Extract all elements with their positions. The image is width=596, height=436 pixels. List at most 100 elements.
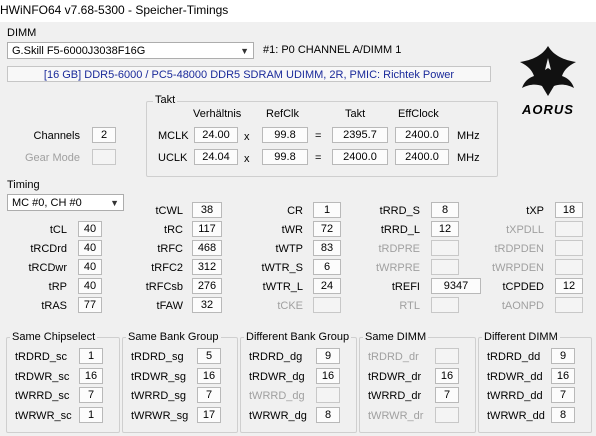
title-bar: HWiNFO64 v7.68-5300 - Speicher-Timings bbox=[0, 0, 596, 22]
uclk-refclk: 99.8 bbox=[262, 149, 308, 165]
aorus-logo: AORUS bbox=[512, 40, 584, 120]
twrwr-sc-value: 1 bbox=[79, 406, 103, 423]
twrrd-dg-value bbox=[316, 387, 340, 403]
trp-label: tRP bbox=[48, 281, 67, 293]
takt-header-ratio: Verhältnis bbox=[193, 108, 242, 120]
twtp-value: 83 bbox=[313, 240, 341, 256]
same-dimm-title: Same DIMM bbox=[363, 330, 429, 344]
channel-select-value: MC #0, CH #0 bbox=[12, 197, 82, 209]
twrwr-dd-label: tWRWR_dd bbox=[487, 409, 545, 422]
mclk-times: x bbox=[244, 131, 250, 143]
twrwr-dr-label: tWRWR_dr bbox=[368, 409, 424, 422]
tfaw-value: 32 bbox=[192, 297, 222, 313]
trcdrd-label: tRCDrd bbox=[30, 243, 67, 255]
chevron-down-icon: ▼ bbox=[240, 46, 249, 56]
trcdwr-label: tRCDwr bbox=[28, 262, 68, 274]
tcl-label: tCL bbox=[49, 224, 67, 236]
uclk-unit: MHz bbox=[457, 152, 480, 164]
uclk-equals: = bbox=[315, 152, 322, 164]
twr-value: 72 bbox=[313, 221, 341, 237]
cr-label: CR bbox=[287, 205, 303, 217]
trfc-value: 468 bbox=[192, 240, 222, 256]
trdpden-value bbox=[555, 240, 583, 256]
trrd-s-label: tRRD_S bbox=[379, 205, 420, 217]
tcke-label: tCKE bbox=[277, 300, 303, 312]
twrrd-sg-label: tWRRD_sg bbox=[131, 390, 187, 402]
trefi-label: tREFI bbox=[391, 281, 420, 293]
channels-label: Channels bbox=[33, 130, 80, 142]
twrwr-sg-label: tWRWR_sg bbox=[131, 409, 189, 422]
window-title: HWiNFO64 v7.68-5300 - Speicher-Timings bbox=[0, 3, 229, 17]
channel-select[interactable]: MC #0, CH #0 ▼ bbox=[7, 194, 124, 211]
twrrd-sc-label: tWRRD_sc bbox=[15, 390, 70, 402]
same-bank-group-title: Same Bank Group bbox=[126, 330, 221, 344]
trrd-l-value: 12 bbox=[431, 221, 459, 237]
twrrd-dr-label: tWRRD_dr bbox=[368, 390, 422, 402]
uclk-times: x bbox=[244, 153, 250, 165]
gear-mode-label: Gear Mode bbox=[24, 152, 80, 164]
rtl-label: RTL bbox=[399, 300, 420, 312]
trdwr-sc-value: 16 bbox=[79, 367, 103, 384]
twtr-s-value: 6 bbox=[313, 259, 341, 275]
trdwr-dr-value: 16 bbox=[435, 367, 459, 384]
mclk-unit: MHz bbox=[457, 130, 480, 142]
twrwr-sc-label: tWRWR_sc bbox=[15, 409, 72, 422]
mclk-label: MCLK bbox=[158, 130, 189, 142]
mclk-takt: 2395.7 bbox=[332, 127, 388, 143]
trc-label: tRC bbox=[164, 224, 183, 236]
twrpden-value bbox=[555, 259, 583, 275]
trdrd-dg-label: tRDRD_dg bbox=[249, 351, 303, 363]
trdrd-sc-label: tRDRD_sc bbox=[15, 351, 67, 363]
mclk-effclock: 2400.0 bbox=[395, 127, 449, 143]
tcwl-value: 38 bbox=[192, 202, 222, 218]
dimm-select[interactable]: G.Skill F5-6000J3038F16G ▼ bbox=[7, 42, 254, 59]
different-bank-group-title: Different Bank Group bbox=[244, 330, 352, 344]
taonpd-label: tAONPD bbox=[501, 300, 544, 312]
trfcsb-label: tRFCsb bbox=[145, 281, 183, 293]
tras-value: 77 bbox=[78, 297, 102, 313]
trdwr-sc-label: tRDWR_sc bbox=[15, 370, 70, 383]
takt-section-label: Takt bbox=[153, 93, 178, 107]
uclk-effclock: 2400.0 bbox=[395, 149, 449, 165]
dimm-slot-info: #1: P0 CHANNEL A/DIMM 1 bbox=[263, 44, 402, 56]
takt-header-refclk: RefClk bbox=[266, 108, 300, 120]
twrwr-dr-value bbox=[435, 406, 459, 423]
twr-label: tWR bbox=[281, 224, 303, 236]
mclk-refclk: 99.8 bbox=[262, 127, 308, 143]
channels-value: 2 bbox=[92, 127, 116, 143]
dimm-select-value: G.Skill F5-6000J3038F16G bbox=[12, 45, 146, 57]
aorus-logo-text: AORUS bbox=[522, 102, 574, 117]
uclk-label: UCLK bbox=[158, 152, 188, 164]
twtr-s-label: tWTR_S bbox=[261, 262, 303, 274]
txpdll-value bbox=[555, 221, 583, 237]
trc-value: 117 bbox=[192, 221, 222, 237]
trdrd-dd-value: 9 bbox=[551, 348, 575, 364]
tfaw-label: tFAW bbox=[156, 300, 183, 312]
twrrd-dr-value: 7 bbox=[435, 387, 459, 403]
twrwr-dd-value: 8 bbox=[551, 406, 575, 423]
trdwr-sg-label: tRDWR_sg bbox=[131, 370, 187, 383]
different-dimm-title: Different DIMM bbox=[482, 330, 560, 344]
takt-header-effclock: EffClock bbox=[398, 108, 439, 120]
trdwr-dd-label: tRDWR_dd bbox=[487, 370, 543, 383]
takt-header-takt: Takt bbox=[345, 108, 366, 120]
twtr-l-label: tWTR_L bbox=[262, 281, 303, 293]
twtr-l-value: 24 bbox=[313, 278, 341, 294]
twrpre-label: tWRPRE bbox=[376, 262, 420, 274]
trdwr-sg-value: 16 bbox=[197, 367, 221, 384]
trdwr-dd-value: 16 bbox=[551, 367, 575, 384]
mclk-equals: = bbox=[315, 130, 322, 142]
txpdll-label: tXPDLL bbox=[506, 224, 544, 236]
trdrd-sc-value: 1 bbox=[79, 348, 103, 364]
timing-section-label: Timing bbox=[7, 179, 40, 191]
trfc2-label: tRFC2 bbox=[151, 262, 183, 274]
txp-value: 18 bbox=[555, 202, 583, 218]
taonpd-value bbox=[555, 297, 583, 313]
trp-value: 40 bbox=[78, 278, 102, 294]
trdwr-dg-label: tRDWR_dg bbox=[249, 370, 305, 383]
tcpded-label: tCPDED bbox=[502, 281, 544, 293]
twrpden-label: tWRPDEN bbox=[492, 262, 544, 274]
twrrd-dg-label: tWRRD_dg bbox=[249, 390, 305, 402]
twrwr-sg-value: 17 bbox=[197, 406, 221, 423]
uclk-takt: 2400.0 bbox=[332, 149, 388, 165]
